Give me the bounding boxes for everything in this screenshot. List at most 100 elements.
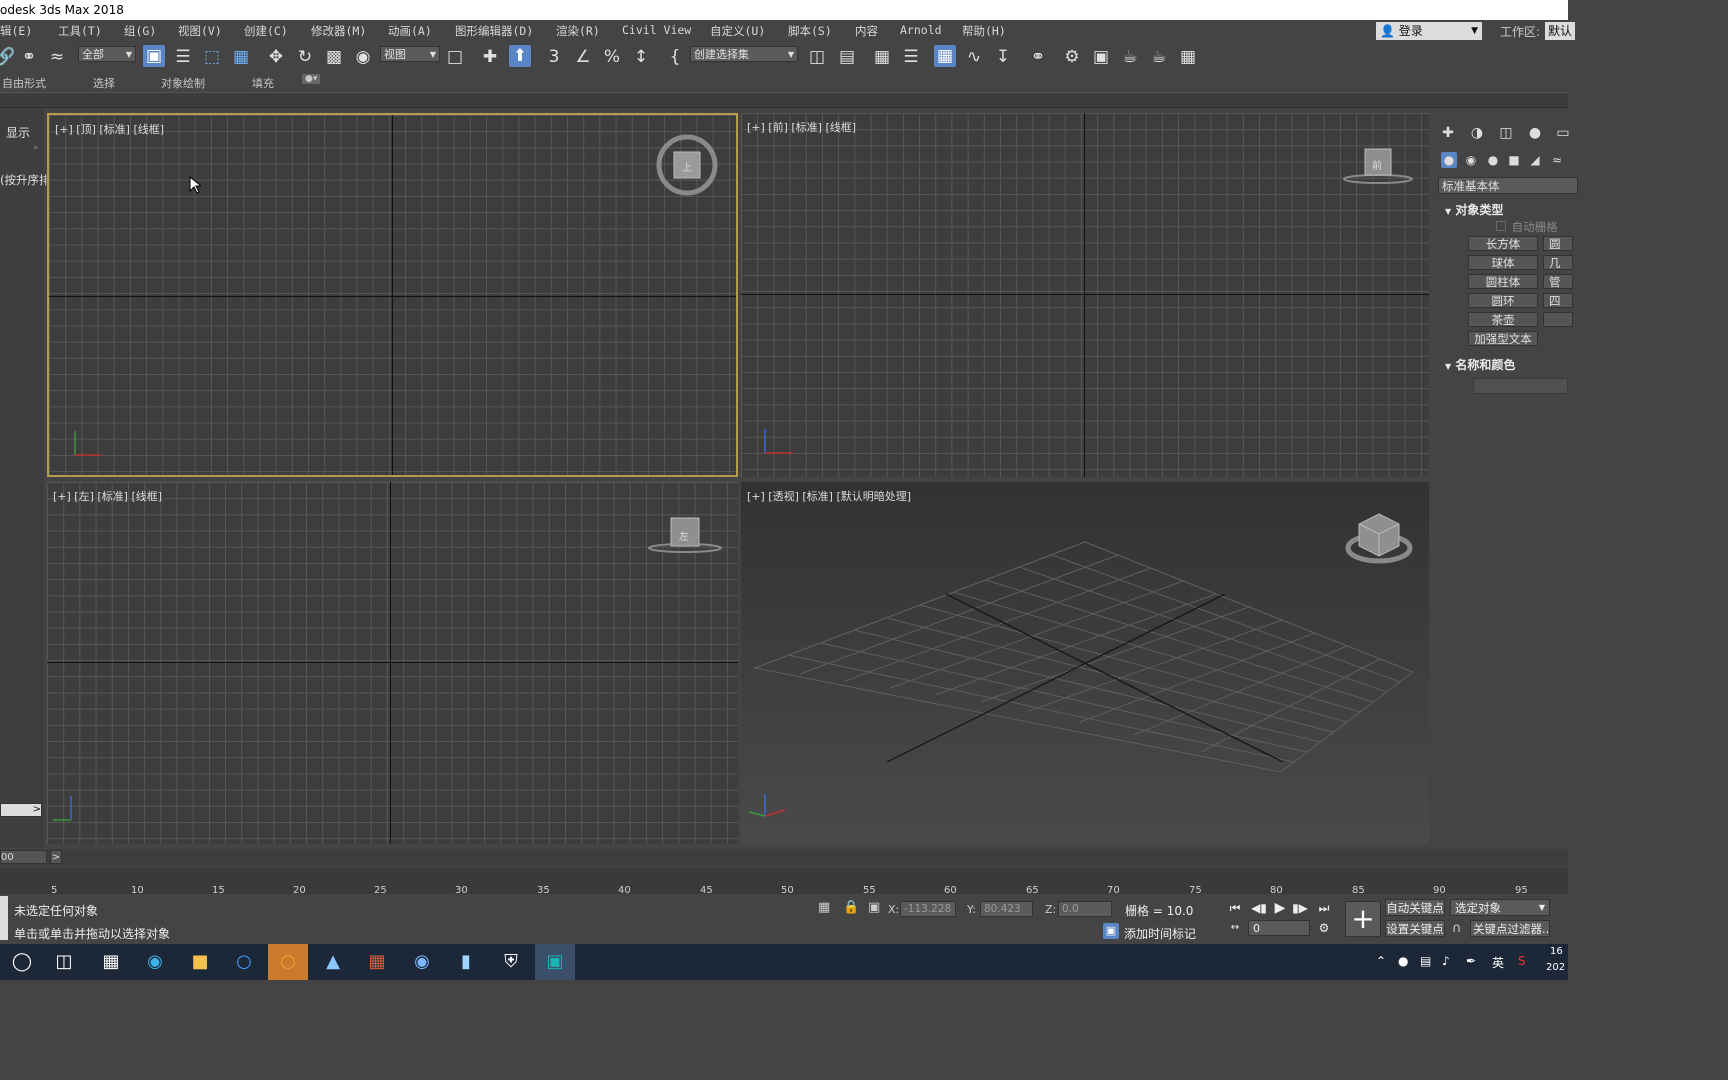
angle-snap-icon[interactable]: ∠	[572, 46, 594, 68]
cylinder-button[interactable]: 圆柱体	[1468, 274, 1538, 289]
render-setup-icon[interactable]: ⚙	[1061, 46, 1083, 68]
menu-create[interactable]: 创建(C)	[244, 23, 288, 39]
menu-rendering[interactable]: 渲染(R)	[556, 23, 600, 39]
menu-content[interactable]: 内容	[855, 23, 878, 39]
select-by-name-icon[interactable]: ☰	[172, 46, 194, 68]
browser-icon[interactable]: ○	[224, 944, 264, 980]
set-key-big-button[interactable]: +	[1345, 901, 1381, 937]
keyboard-shortcut-toggle-icon[interactable]: ⬆	[509, 45, 531, 67]
ime-indicator[interactable]: 英	[1492, 954, 1504, 971]
bind-spacewarp-icon[interactable]: ≈	[46, 46, 68, 68]
shapes-icon[interactable]: ◉	[1463, 152, 1479, 168]
key-filter-icon[interactable]: ∩	[1452, 921, 1462, 936]
menu-group[interactable]: 组(G)	[124, 23, 156, 39]
schematic-view-icon[interactable]: ↧	[992, 46, 1014, 68]
viewport-label-front[interactable]: [+] [前] [标准] [线框]	[747, 119, 856, 135]
menu-civil-view[interactable]: Civil View	[622, 23, 691, 37]
modify-tab-icon[interactable]: ◑	[1468, 124, 1486, 142]
select-manipulate-icon[interactable]: ✚	[479, 46, 501, 68]
lights-icon[interactable]: ●	[1485, 152, 1501, 168]
microphone-icon[interactable]: ●	[1398, 954, 1408, 968]
ribbon-tab-populate[interactable]: 填充	[252, 75, 274, 91]
x-coordinate-field[interactable]: -113.228	[900, 901, 956, 917]
teapot-button[interactable]: 茶壶	[1468, 312, 1538, 327]
selection-filter-combo[interactable]: 全部 ▼	[78, 46, 136, 62]
object-name-field[interactable]	[1473, 378, 1568, 394]
menu-animation[interactable]: 动画(A)	[388, 23, 432, 39]
sort-label[interactable]: (按升序排	[0, 172, 51, 188]
mirror-icon[interactable]: ◫	[806, 46, 828, 68]
maxscript-listener[interactable]	[0, 896, 8, 940]
network-icon[interactable]: ▤	[1420, 954, 1431, 968]
chevron-up-icon[interactable]: ⌃	[1376, 954, 1386, 968]
auto-grid-checkbox[interactable]: 自动栅格	[1496, 219, 1558, 235]
ribbon-tab-object-paint[interactable]: 对象绘制	[161, 75, 205, 91]
notes-app-icon[interactable]: ▮	[446, 944, 486, 980]
menu-arnold[interactable]: Arnold	[900, 23, 942, 37]
render-iterative-icon[interactable]: ☕	[1148, 46, 1170, 68]
object-category-combo[interactable]: 标准基本体	[1438, 177, 1578, 194]
security-icon[interactable]: ⛨	[491, 944, 531, 980]
previous-frame-icon[interactable]: ◀▮	[1249, 900, 1269, 916]
lock-icon[interactable]: 🔒	[843, 900, 859, 915]
volume-icon[interactable]: ♪	[1442, 954, 1450, 968]
next-frame-button[interactable]: >	[50, 850, 62, 864]
viewport-label-perspective[interactable]: [+] [透视] [标准] [默认明暗处理]	[747, 488, 911, 504]
viewport-front[interactable]: [+] [前] [标准] [线框] 前	[741, 113, 1429, 477]
rollout-name-color[interactable]: ▼ 名称和颜色	[1445, 356, 1515, 373]
absolute-mode-icon[interactable]: ▣	[868, 900, 880, 915]
curve-editor-icon[interactable]: ∿	[963, 46, 985, 68]
link-icon[interactable]: 🔗	[0, 46, 16, 68]
rectangular-selection-icon[interactable]: ⬚	[201, 46, 223, 68]
auto-key-button[interactable]: 自动关键点	[1385, 899, 1445, 916]
menu-tools[interactable]: 工具(T)	[58, 23, 102, 39]
rendered-frame-window-icon[interactable]: ▣	[1090, 46, 1112, 68]
clock-date[interactable]: 202	[1546, 962, 1565, 973]
calculator-icon[interactable]: ▦	[91, 944, 131, 980]
ribbon-tab-freeform[interactable]: 自由形式	[2, 75, 46, 91]
key-mode-icon[interactable]: ↔	[1225, 920, 1245, 936]
pen-icon[interactable]: ✒	[1466, 954, 1476, 968]
display-tab[interactable]: 显示	[6, 124, 30, 141]
scale-icon[interactable]: ▩	[323, 46, 345, 68]
box-button[interactable]: 长方体	[1468, 236, 1538, 251]
play-icon[interactable]: ▶	[1270, 900, 1290, 916]
motion-tab-icon[interactable]: ●	[1526, 124, 1544, 142]
viewport-top[interactable]: [+] [顶] [标准] [线框] 上	[47, 113, 738, 477]
reference-coordinate-combo[interactable]: 视图 ▼	[380, 46, 440, 62]
menu-views[interactable]: 视图(V)	[178, 23, 222, 39]
expand-icon[interactable]: »	[33, 143, 39, 153]
pyramid-button[interactable]: 四	[1543, 293, 1573, 308]
cone-button[interactable]: 圆	[1543, 236, 1573, 251]
task-view-icon[interactable]: ◫	[44, 944, 84, 980]
spacewarps-icon[interactable]: ≈	[1549, 152, 1565, 168]
search-icon[interactable]: ◯	[2, 944, 42, 980]
move-icon[interactable]: ✥	[265, 46, 287, 68]
ribbon-tab-selection[interactable]: 选择	[93, 75, 115, 91]
login-dropdown[interactable]: 👤 登录 ▼	[1376, 22, 1482, 40]
time-tag-icon[interactable]: ▣	[1103, 923, 1119, 939]
edit-named-selection-icon[interactable]: {	[664, 46, 686, 68]
winrar-icon[interactable]: ▦	[357, 944, 397, 980]
hierarchy-tab-icon[interactable]: ◫	[1497, 124, 1515, 142]
window-crossing-icon[interactable]: ▦	[230, 46, 252, 68]
torus-button[interactable]: 圆环	[1468, 293, 1538, 308]
spinner-snap-icon[interactable]: ↕	[630, 46, 652, 68]
viewport-left[interactable]: [+] [左] [标准] [线框] 左	[47, 482, 738, 844]
snaps-toggle-icon[interactable]: 3	[543, 46, 565, 68]
pivot-center-icon[interactable]: □	[444, 46, 466, 68]
menu-help[interactable]: 帮助(H)	[962, 23, 1006, 39]
z-coordinate-field[interactable]: 0.0	[1058, 901, 1112, 917]
ribbon-toggle-icon[interactable]: ▦	[934, 45, 956, 67]
file-explorer-icon[interactable]: ■	[180, 944, 220, 980]
scene-explorer-icon[interactable]: ▦	[871, 46, 893, 68]
set-key-button[interactable]: 设置关键点	[1385, 920, 1445, 937]
align-icon[interactable]: ▤	[836, 46, 858, 68]
helpers-icon[interactable]: ◢	[1527, 152, 1543, 168]
sogou-icon[interactable]: S	[1518, 954, 1526, 968]
time-slider[interactable]: 00	[0, 850, 47, 864]
cameras-icon[interactable]: ■	[1506, 152, 1522, 168]
geosphere-button[interactable]: 几	[1543, 255, 1573, 270]
key-selection-combo[interactable]: 选定对象 ▼	[1450, 899, 1550, 916]
search-app-icon[interactable]: ○	[268, 944, 308, 980]
